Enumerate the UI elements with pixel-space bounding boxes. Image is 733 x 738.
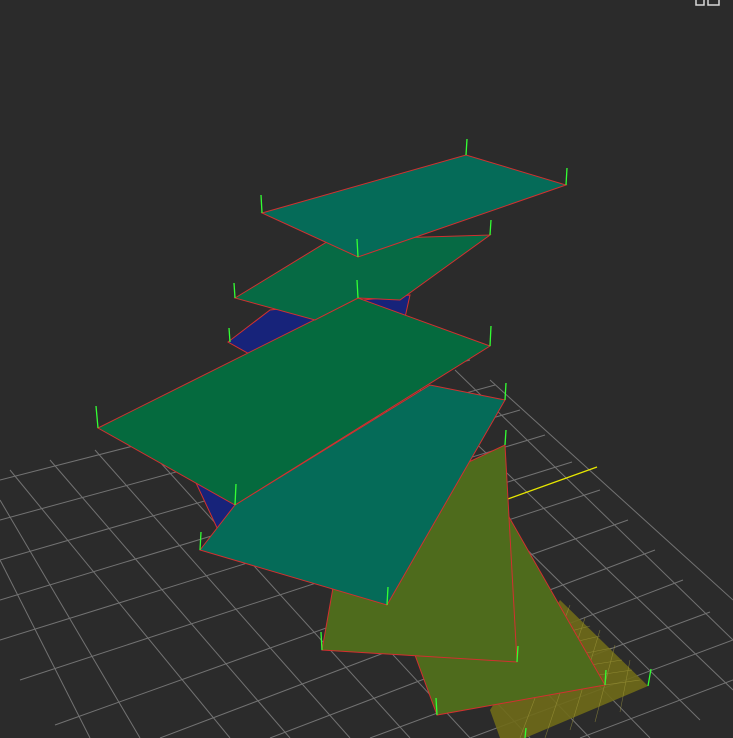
3d-viewport[interactable] (0, 0, 733, 738)
viewport-gizmo-icon[interactable] (695, 0, 720, 6)
scene-canvas[interactable] (0, 0, 733, 738)
